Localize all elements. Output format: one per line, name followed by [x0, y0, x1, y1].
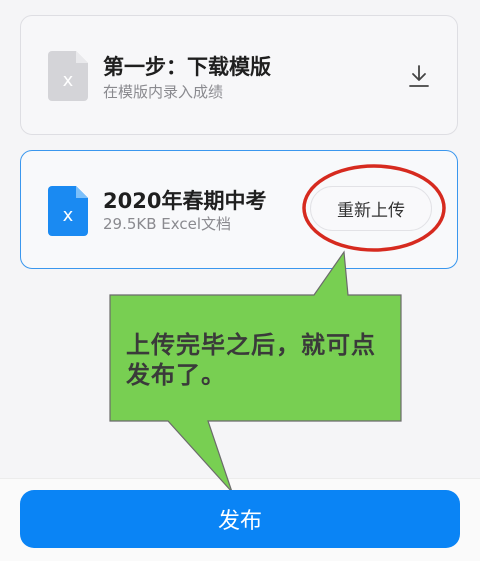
file-meta: 29.5KB Excel文档: [103, 215, 232, 233]
reupload-button[interactable]: 重新上传: [310, 186, 432, 231]
excel-file-icon: x: [48, 51, 88, 101]
publish-button[interactable]: 发布: [20, 490, 460, 548]
excel-file-icon: x: [48, 186, 88, 236]
download-icon[interactable]: [408, 64, 430, 88]
uploaded-file-card: x 2020年春期中考 29.5KB Excel文档 重新上传: [20, 150, 458, 269]
download-template-card[interactable]: x 第一步：下载模版 在模版内录入成绩: [20, 15, 458, 135]
svg-text:x: x: [63, 205, 74, 226]
svg-text:x: x: [63, 70, 74, 91]
step-subtitle: 在模版内录入成绩: [103, 83, 224, 101]
callout-text: 上传完毕之后，就可点发布了。: [126, 331, 376, 389]
step-title: 第一步：下载模版: [103, 55, 271, 79]
file-name: 2020年春期中考: [103, 189, 267, 213]
